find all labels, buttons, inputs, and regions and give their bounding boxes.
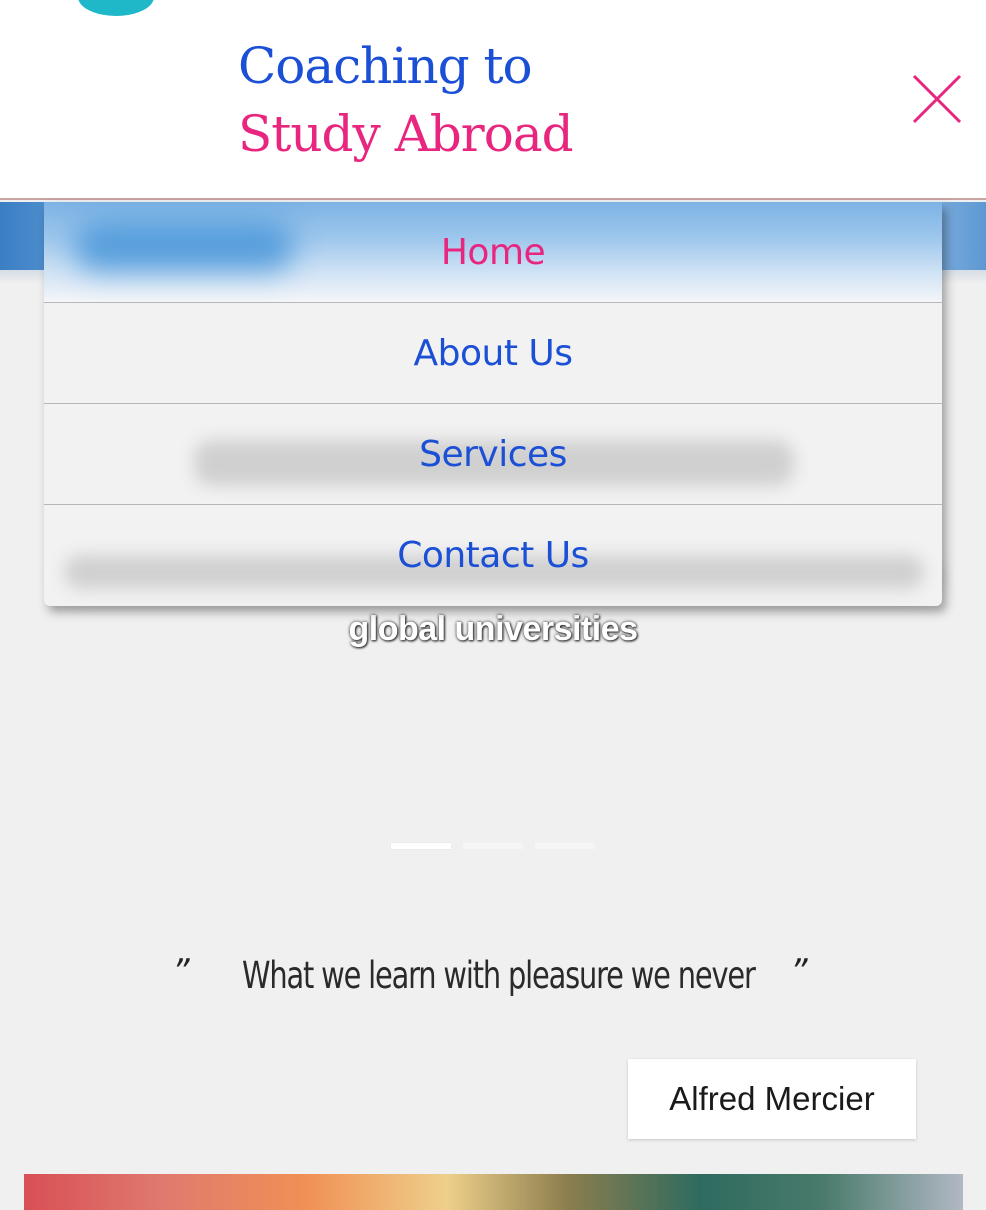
quote-block: ” What we learn with pleasure we never ”: [0, 950, 986, 1010]
quote-text: What we learn with pleasure we never: [242, 954, 756, 997]
nav-dropdown-menu: Home About Us Services Contact Us: [44, 202, 942, 606]
nav-item-home[interactable]: Home: [44, 202, 942, 303]
site-header: Coaching to Study Abroad: [0, 0, 986, 200]
nav-item-contact-us[interactable]: Contact Us: [44, 505, 942, 606]
nav-item-label: About Us: [413, 332, 573, 374]
quote-open-mark: ”: [172, 952, 190, 992]
quote-close-mark: ”: [790, 952, 808, 992]
slider-dot[interactable]: [535, 843, 595, 849]
close-menu-button[interactable]: [908, 70, 966, 128]
brand-line-1: Coaching to: [238, 37, 533, 95]
nav-item-services[interactable]: Services: [44, 404, 942, 505]
slider-dot[interactable]: [463, 843, 523, 849]
nav-item-about-us[interactable]: About Us: [44, 303, 942, 404]
nav-item-label: Services: [419, 433, 567, 475]
logo[interactable]: [78, 0, 154, 16]
slider-dots: [391, 843, 595, 849]
brand-line-2: Study Abroad: [238, 105, 574, 163]
nav-item-label: Contact Us: [397, 535, 589, 576]
gallery-image: [24, 1174, 963, 1210]
close-icon: [912, 74, 962, 124]
slider-dot[interactable]: [391, 843, 451, 849]
hero-caption: global universities: [348, 610, 638, 648]
nav-item-label: Home: [440, 231, 546, 273]
site-brand[interactable]: Coaching to Study Abroad: [238, 32, 574, 168]
quote-author: Alfred Mercier: [628, 1059, 916, 1139]
